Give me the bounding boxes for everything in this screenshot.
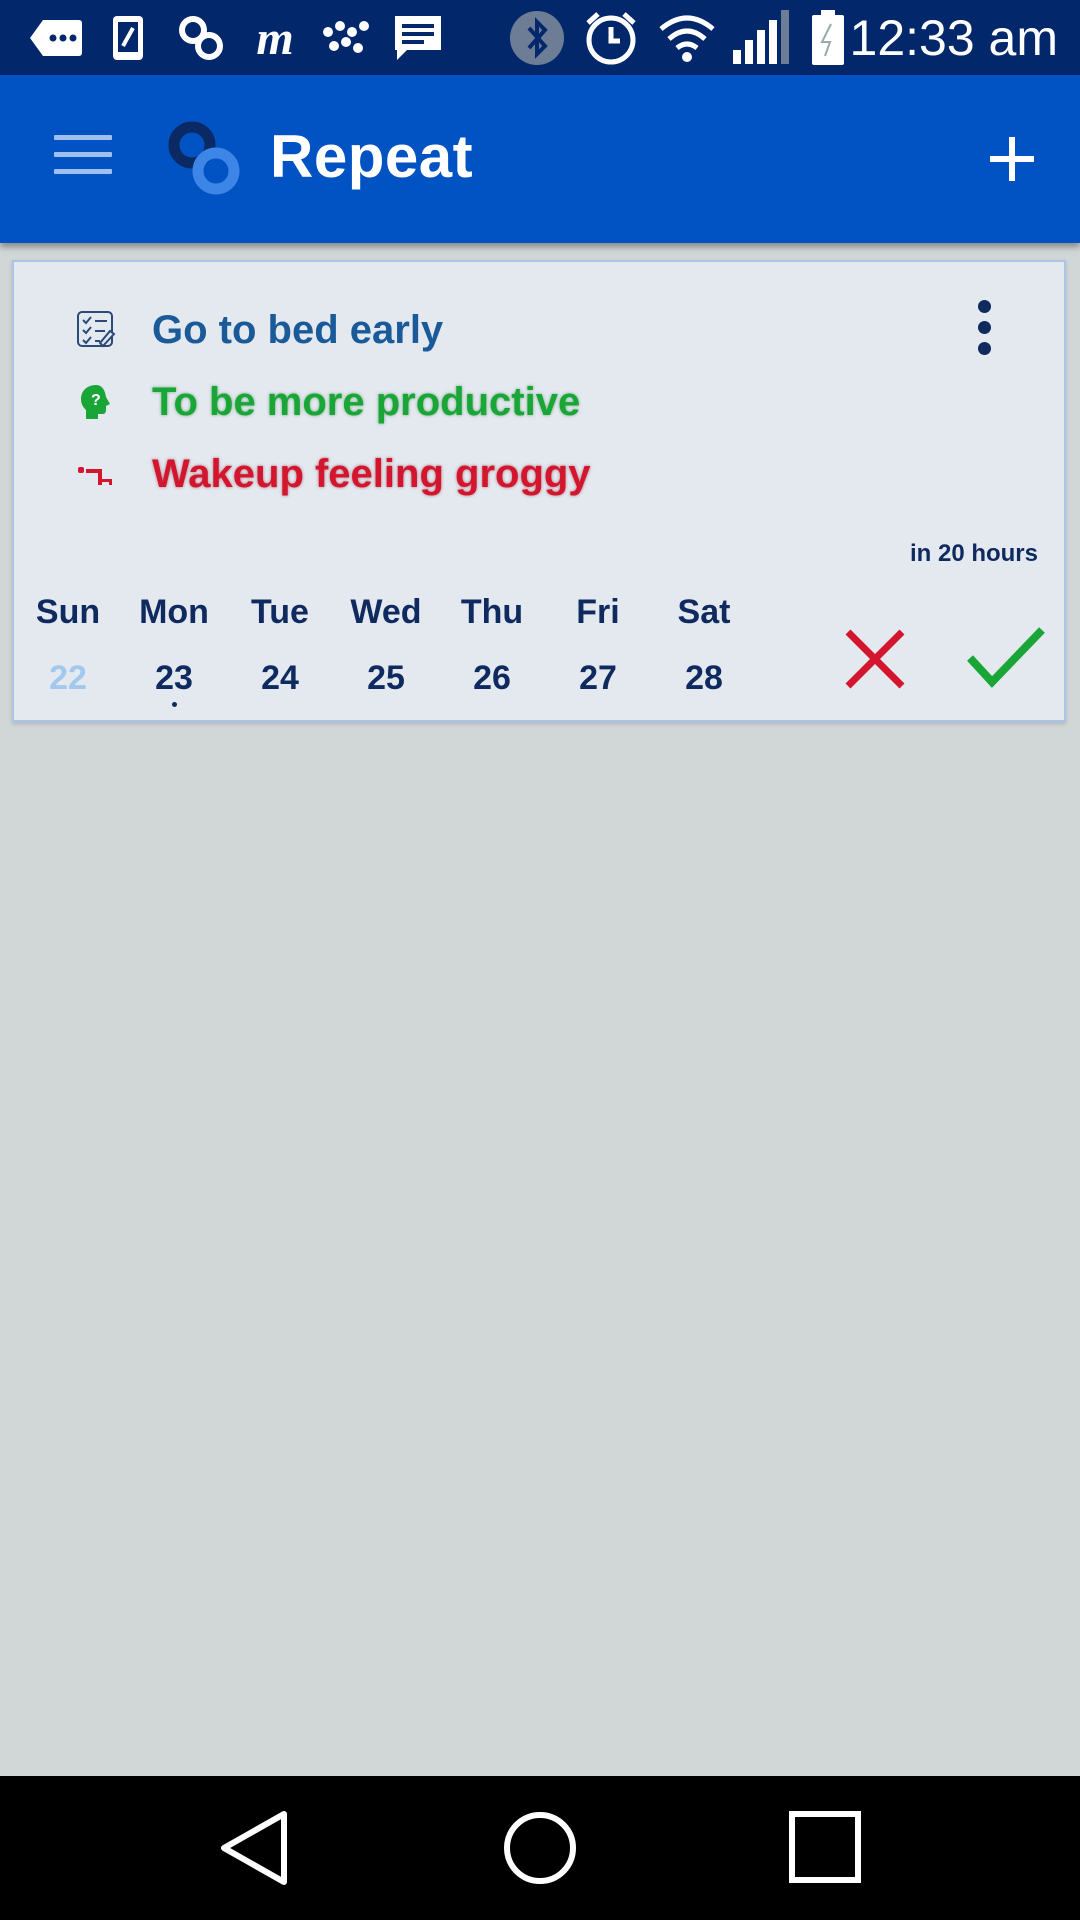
app-title: Repeat [270,123,474,190]
checklist-icon [76,310,116,350]
day-name: Tue [251,593,309,631]
day-date: 22 [49,659,87,697]
back-icon[interactable] [216,1808,296,1888]
day-name: Thu [460,593,524,631]
day-tue[interactable]: Tue 24 [230,592,330,698]
dots-app-icon [318,10,374,66]
signal-icon [730,10,792,66]
bluetooth-icon [508,10,566,66]
day-name: Fri [576,593,620,631]
day-date: 26 [473,659,511,697]
day-date: 28 [685,659,723,697]
day-name: Sat [677,593,731,631]
habit-name: Go to bed early [152,307,444,352]
day-date: 27 [579,659,617,697]
phone-icon [108,10,148,66]
menu-icon[interactable] [54,135,112,179]
cost-text: Wakeup feeling groggy [152,451,591,496]
day-name: Mon [139,593,209,631]
day-mon[interactable]: Mon 23 [124,592,224,707]
day-date: 25 [367,659,405,697]
check-icon[interactable] [966,624,1046,690]
tag-icon [28,10,84,66]
status-bar: m 12:33 am [0,0,1080,75]
day-wed[interactable]: Wed 25 [336,592,436,698]
m-app-icon: m [256,11,294,65]
message-icon [392,10,444,66]
habit-card[interactable]: Go to bed early ? To be more productive … [12,260,1066,722]
x-icon[interactable] [842,626,908,692]
wifi-icon [656,10,718,66]
status-time: 12:33 am [849,10,1058,66]
plus-icon[interactable] [984,131,1040,187]
day-name: Sun [35,593,101,631]
day-name: Wed [350,593,422,631]
bed-icon [76,454,116,494]
battery-icon [808,10,848,66]
svg-text:?: ? [91,392,101,409]
day-sun[interactable]: Sun 22 [18,592,118,698]
benefit-head-icon: ? [76,382,116,422]
nav-bar [0,1776,1080,1920]
due-time: in 20 hours [909,540,1038,567]
more-options-icon[interactable] [974,300,994,356]
day-sat[interactable]: Sat 28 [654,592,754,698]
week-strip: Sun 22 Mon 23 Tue 24 Wed 25 Thu 26 Fri 27 Sat 2… [14,592,754,712]
benefit-text: To be more productive [152,379,581,424]
home-icon[interactable] [500,1808,580,1888]
day-thu[interactable]: Thu 26 [442,592,542,698]
link-icon [174,10,228,66]
app-bar: Repeat [0,75,1080,243]
recents-icon[interactable] [786,1808,866,1888]
day-date: 23 [124,658,224,707]
alarm-icon [582,10,640,66]
day-fri[interactable]: Fri 27 [548,592,648,698]
day-date: 24 [261,659,299,697]
repeat-logo-icon [164,119,244,199]
